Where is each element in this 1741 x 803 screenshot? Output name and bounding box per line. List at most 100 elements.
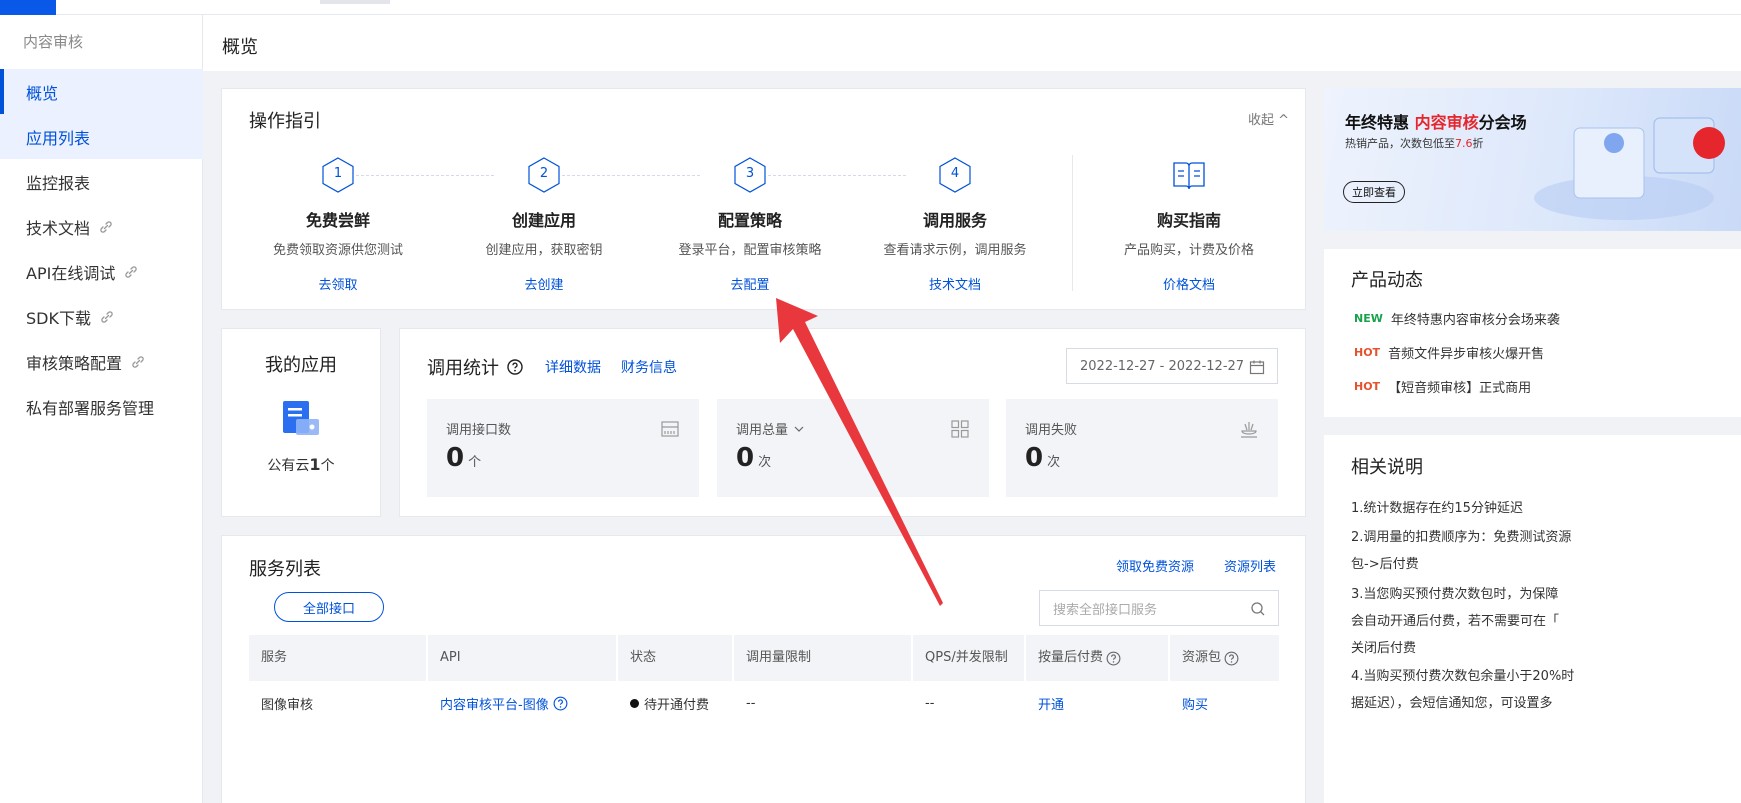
view-now-button[interactable]: 立即查看 <box>1343 181 1405 203</box>
page-header: 概览 <box>203 15 1741 71</box>
guide-step-4: 4 调用服务 查看请求示例，调用服务 技术文档 <box>855 157 1055 293</box>
sidebar-item-label: 应用列表 <box>26 128 91 148</box>
my-app-title: 我的应用 <box>265 355 337 376</box>
book-icon <box>1172 157 1206 193</box>
banner-title-prefix: 年终特惠 <box>1345 113 1415 132</box>
cell-status: 待开通付费 <box>618 681 709 725</box>
step-desc: 免费领取资源供您测试 <box>272 243 403 258</box>
step-desc: 登录平台，配置审核策略 <box>678 243 822 258</box>
external-link-icon <box>101 310 113 323</box>
sidebar-item-sdk-download[interactable]: SDK下载 <box>0 294 203 339</box>
step-title: 调用服务 <box>922 211 987 230</box>
step-link-configure[interactable]: 去配置 <box>650 274 850 293</box>
hexagon-number-icon: 3 <box>733 157 767 193</box>
sidebar-item-private-deploy[interactable]: 私有部署服务管理 <box>0 384 203 429</box>
search-placeholder: 搜索全部接口服务 <box>1053 602 1158 618</box>
sidebar-item-label: 监控报表 <box>26 173 91 193</box>
note-line: 4.当购买预付费次数包余量小于20%时 <box>1351 669 1575 684</box>
step-number: 4 <box>950 166 960 181</box>
app-icon <box>283 401 319 435</box>
banner-illustration <box>1534 117 1725 220</box>
stat-unit: 次 <box>758 455 772 470</box>
guide-step-3: 3 配置策略 登录平台，配置审核策略 去配置 <box>650 157 850 293</box>
stat-label: 调用失败 <box>1025 423 1078 438</box>
cell-api-link[interactable]: 内容审核平台-图像 <box>428 681 568 725</box>
banner-subtitle: 热销产品，次数包低至7.6折 <box>1345 135 1484 151</box>
service-search-input[interactable]: 搜索全部接口服务 <box>1039 590 1279 626</box>
date-range-value: 2022-12-27 - 2022-12-27 <box>1080 358 1245 374</box>
col-postpaid-label: 按量后付费 <box>1038 650 1104 665</box>
free-resource-link[interactable]: 领取免费资源 <box>1116 556 1194 575</box>
help-icon[interactable] <box>507 359 523 375</box>
external-link-icon <box>100 220 112 233</box>
banner-sub-suffix: 折 <box>1472 137 1484 150</box>
api-link-label: 内容审核平台-图像 <box>440 697 549 713</box>
stat-value-wrap: 0次 <box>1025 443 1060 473</box>
sidebar-item-api-debug[interactable]: API在线调试 <box>0 249 203 294</box>
help-icon[interactable] <box>553 696 568 711</box>
note-line: 3.当您购买预付费次数包时，为保障 <box>1351 587 1559 602</box>
step-number: 3 <box>745 166 755 181</box>
page-title: 概览 <box>222 37 258 58</box>
table-row: 图像审核 内容审核平台-图像 待开通付费 -- -- 开通 购买 <box>249 681 1279 725</box>
news-item[interactable]: HOT 音频文件异步审核火爆开售 <box>1354 343 1544 362</box>
stat-value: 0 <box>1025 443 1044 473</box>
related-notes-card: 相关说明 1.统计数据存在约15分钟延迟 2.调用量的扣费顺序为：免费测试资源 … <box>1324 435 1741 803</box>
cell-call-limit: -- <box>746 695 756 711</box>
col-package: 资源包 <box>1170 635 1279 681</box>
sidebar-item-label: API在线调试 <box>26 263 116 283</box>
detail-data-link[interactable]: 详细数据 <box>545 357 601 377</box>
finance-info-link[interactable]: 财务信息 <box>621 357 677 377</box>
note-line: 包->后付费 <box>1351 557 1419 572</box>
price-doc-link[interactable]: 价格文档 <box>1089 274 1289 293</box>
news-item[interactable]: NEW 年终特惠内容审核分会场来袭 <box>1354 309 1560 328</box>
guide-divider <box>1072 155 1073 291</box>
stat-value: 0 <box>736 443 755 473</box>
help-icon[interactable] <box>1106 651 1121 666</box>
sidebar-item-policy-config[interactable]: 审核策略配置 <box>0 339 203 384</box>
operation-guide-card: 操作指引 收起 ^ 1 免费尝鲜 免费领取资源供您测试 去领取 2 创建应用 创… <box>221 88 1306 310</box>
brand-logo[interactable] <box>0 0 56 15</box>
resource-list-link[interactable]: 资源列表 <box>1224 556 1276 575</box>
sidebar-item-tech-docs[interactable]: 技术文档 <box>0 204 203 249</box>
banner-title: 年终特惠 内容审核分会场 <box>1345 109 1527 133</box>
collapse-button[interactable]: 收起 ^ <box>1248 109 1289 128</box>
stat-label-wrap[interactable]: 调用总量 <box>736 419 806 438</box>
promo-banner[interactable]: 年终特惠 内容审核分会场 热销产品，次数包低至7.6折 立即查看 <box>1324 88 1741 231</box>
note-line: 1.统计数据存在约15分钟延迟 <box>1351 501 1523 516</box>
sidebar-item-label: 技术文档 <box>26 218 91 238</box>
step-link-claim[interactable]: 去领取 <box>238 274 438 293</box>
status-dot-icon <box>630 698 639 708</box>
news-item[interactable]: HOT 【短音频审核】正式商用 <box>1354 377 1531 396</box>
news-tag: HOT <box>1354 380 1381 393</box>
api-list-icon <box>661 421 679 437</box>
step-link-tech-docs[interactable]: 技术文档 <box>855 274 1055 293</box>
all-apis-filter[interactable]: 全部接口 <box>274 592 384 622</box>
help-icon[interactable] <box>1224 651 1239 666</box>
search-icon <box>1251 602 1265 616</box>
guide-step-2: 2 创建应用 创建应用，获取密钥 去创建 <box>444 157 644 293</box>
sidebar-item-overview[interactable]: 概览 <box>0 69 203 114</box>
product-news-card: 产品动态 NEW 年终特惠内容审核分会场来袭 HOT 音频文件异步审核火爆开售 … <box>1324 249 1741 417</box>
hexagon-number-icon: 4 <box>938 157 972 193</box>
step-link-create[interactable]: 去创建 <box>444 274 644 293</box>
col-call-limit: 调用量限制 <box>734 635 913 681</box>
date-range-picker[interactable]: 2022-12-27 - 2022-12-27 <box>1066 348 1278 384</box>
step-number: 2 <box>539 166 549 181</box>
chevron-down-icon <box>794 426 804 432</box>
sidebar-item-label: SDK下载 <box>26 308 91 328</box>
sidebar-item-monitoring[interactable]: 监控报表 <box>0 159 203 204</box>
guide-step-1: 1 免费尝鲜 免费领取资源供您测试 去领取 <box>238 157 438 293</box>
external-link-icon <box>132 355 144 368</box>
stat-failed-calls: 调用失败 0次 <box>1006 399 1278 497</box>
collapse-label: 收起 <box>1247 113 1274 128</box>
stat-value-wrap: 0个 <box>446 443 481 473</box>
step-title: 创建应用 <box>511 211 576 230</box>
stat-total-calls: 调用总量 0次 <box>717 399 989 497</box>
news-text: 音频文件异步审核火爆开售 <box>1388 347 1545 362</box>
buy-package-link[interactable]: 购买 <box>1170 681 1208 725</box>
enable-postpaid-link[interactable]: 开通 <box>1026 681 1064 725</box>
sidebar-item-app-list[interactable]: 应用列表 <box>0 114 203 159</box>
col-status: 状态 <box>618 635 734 681</box>
app-count: 公有云1个 <box>222 455 380 475</box>
